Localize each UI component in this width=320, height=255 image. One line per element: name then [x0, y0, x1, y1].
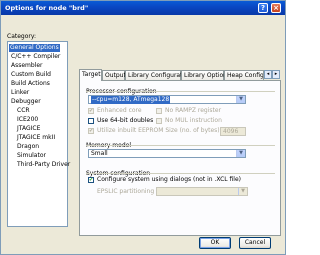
- eeprom-size-field[interactable]: 4096: [220, 127, 246, 136]
- processor-value: --cpu=m128, ATmega128: [91, 96, 171, 104]
- memory-model-select[interactable]: Small ▼: [88, 149, 246, 158]
- tab-library-configuration[interactable]: Library Configuration: [125, 70, 192, 80]
- category-item-ccr[interactable]: CCR: [17, 107, 30, 115]
- category-item-c-compiler[interactable]: C/C++ Compiler: [11, 53, 60, 61]
- chevron-down-icon[interactable]: ▼: [236, 150, 245, 157]
- configure-system-label: Configure system using dialogs (not in .…: [97, 176, 241, 183]
- ok-button[interactable]: OK: [199, 237, 231, 249]
- check-icon: ✔: [88, 128, 94, 134]
- tab-library-options[interactable]: Library Options: [181, 70, 230, 80]
- chevron-down-icon[interactable]: ▼: [236, 96, 245, 103]
- checkbox-box-icon: [156, 108, 162, 114]
- category-label: Category:: [7, 33, 36, 40]
- tab-scroll-left-icon[interactable]: ◂: [264, 70, 272, 79]
- category-item-third-party-driver[interactable]: Third-Party Driver: [17, 161, 70, 169]
- category-item-dragon[interactable]: Dragon: [17, 143, 39, 151]
- tab-scroll-right-icon[interactable]: ▸: [272, 70, 280, 79]
- category-item-custom-build[interactable]: Custom Build: [11, 71, 51, 79]
- epslic-select[interactable]: ▼: [156, 187, 248, 196]
- checkbox-box-icon: [88, 118, 94, 124]
- category-item-simulator[interactable]: Simulator: [17, 152, 46, 160]
- title-bar[interactable]: Options for node "brd" ? ×: [1, 1, 285, 15]
- utilize-eeprom-label: Utilize inbuilt EEPROM Size (no. of byte…: [97, 127, 222, 134]
- category-item-assembler[interactable]: Assembler: [11, 62, 43, 70]
- category-item-ice200[interactable]: ICE200: [17, 116, 38, 124]
- tab-output[interactable]: Output: [102, 70, 126, 80]
- chevron-down-icon[interactable]: ▼: [238, 188, 247, 195]
- category-item-debugger[interactable]: Debugger: [11, 98, 41, 106]
- no-rampz-label: No RAMPZ register: [165, 107, 222, 114]
- checkbox-box-icon: [156, 118, 162, 124]
- memory-model-value: Small: [91, 150, 108, 157]
- no-mul-label: No MUL instruction: [165, 117, 222, 124]
- category-item-general-options[interactable]: General Options: [9, 44, 60, 52]
- memory-group-line: [86, 145, 275, 146]
- category-item-linker[interactable]: Linker: [11, 89, 29, 97]
- target-tab-panel: Processor configuration --cpu=m128, ATme…: [79, 80, 281, 236]
- category-list[interactable]: General Options C/C++ Compiler Assembler…: [7, 41, 70, 227]
- window-title: Options for node "brd": [5, 4, 89, 12]
- category-item-jtagice[interactable]: JTAGICE: [17, 125, 40, 133]
- check-icon: ✔: [88, 177, 94, 183]
- cancel-button[interactable]: Cancel: [239, 237, 271, 249]
- tab-heap-configuration[interactable]: Heap Configu: [224, 70, 264, 80]
- options-dialog: Options for node "brd" ? × Category: Gen…: [0, 0, 286, 255]
- use-64bit-label: Use 64-bit doubles: [97, 117, 154, 124]
- category-item-jtagice-mkii[interactable]: JTAGICE mkII: [17, 134, 55, 142]
- close-icon[interactable]: ×: [271, 3, 281, 13]
- processor-group-line: [86, 91, 275, 92]
- category-item-build-actions[interactable]: Build Actions: [11, 80, 50, 88]
- tab-target[interactable]: Target: [79, 69, 102, 81]
- help-icon[interactable]: ?: [258, 3, 268, 13]
- processor-select[interactable]: --cpu=m128, ATmega128 ▼: [88, 95, 246, 104]
- epslic-label: EPSLIC partitioning: [97, 188, 155, 195]
- enhanced-core-label: Enhanced core: [97, 107, 142, 114]
- system-group-line: [86, 173, 275, 174]
- check-icon: ✔: [88, 108, 94, 114]
